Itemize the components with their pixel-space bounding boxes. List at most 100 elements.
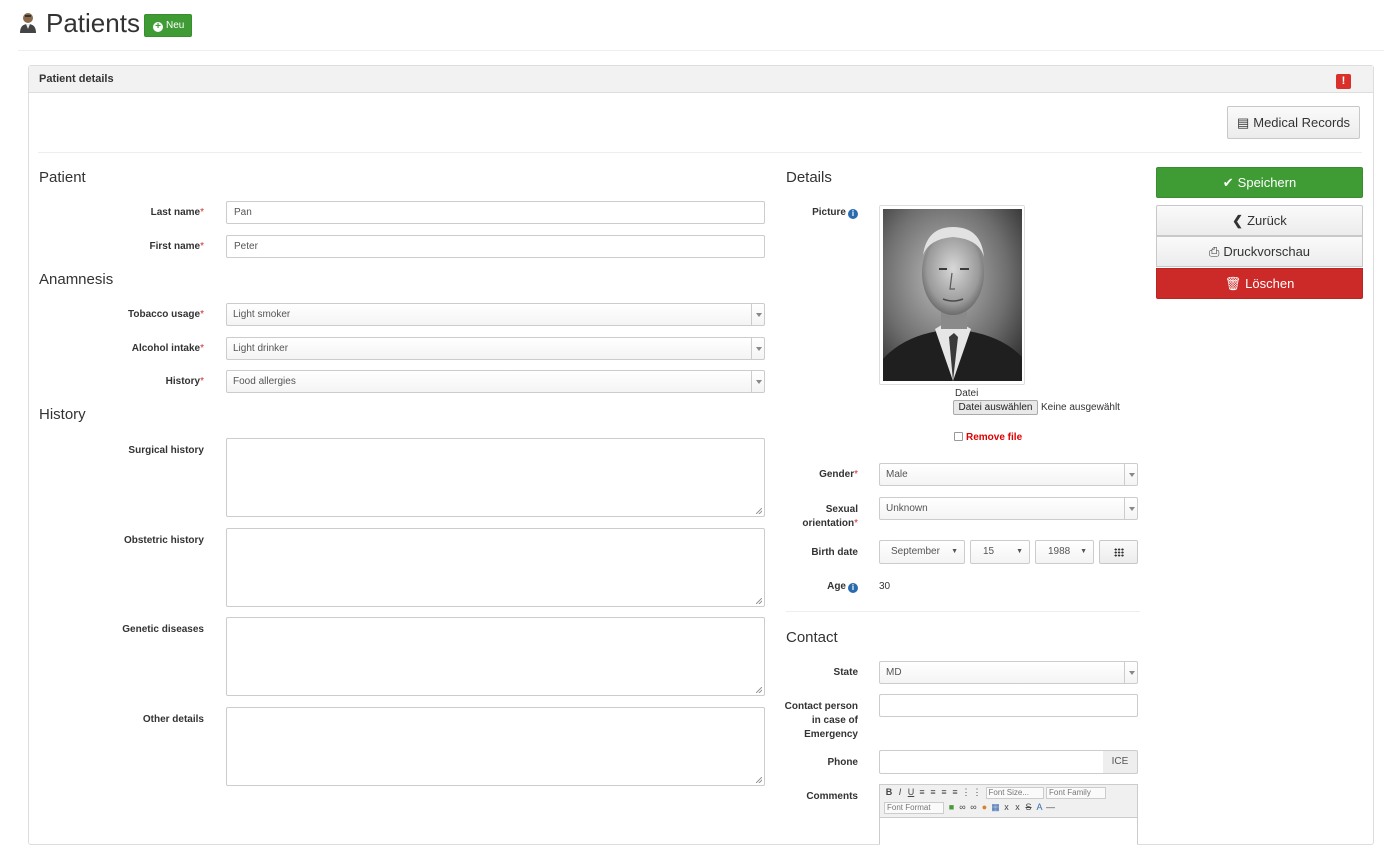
choose-file-button[interactable]: Datei auswählen — [953, 400, 1038, 415]
genetic-diseases-textarea[interactable] — [226, 617, 765, 696]
chevron-down-icon — [1124, 662, 1137, 683]
history-label: History* — [165, 376, 204, 387]
panel-heading: Patient details ! — [29, 66, 1373, 93]
image-icon[interactable]: ● — [980, 802, 990, 813]
new-patient-button[interactable]: + Neu — [144, 14, 192, 37]
clear-format-icon[interactable]: A — [1035, 802, 1045, 813]
bullet-list-icon[interactable]: ⋮ — [961, 787, 971, 798]
phone-input[interactable] — [879, 750, 1104, 774]
genetic-diseases-label: Genetic diseases — [122, 624, 204, 635]
state-select[interactable]: MD — [879, 661, 1138, 684]
chevron-down-icon — [751, 304, 764, 325]
new-label: Neu — [166, 20, 185, 31]
surgical-history-label: Surgical history — [128, 445, 204, 456]
align-right-icon[interactable]: ≡ — [939, 787, 949, 798]
tobacco-usage-label: Tobacco usage* — [128, 309, 204, 320]
list-icon: ▤ — [1236, 115, 1250, 130]
align-center-icon[interactable]: ≡ — [928, 787, 938, 798]
remove-file-checkbox[interactable] — [954, 432, 963, 441]
picture-label: Picture i — [760, 207, 858, 219]
birth-day-select[interactable]: 15 ▼ — [970, 540, 1030, 564]
font-size-select[interactable]: Font Size... — [985, 787, 1044, 799]
phone-label: Phone — [827, 757, 858, 768]
obstetric-history-textarea[interactable] — [226, 528, 765, 607]
comments-label: Comments — [806, 791, 858, 802]
first-name-label: First name* — [149, 241, 204, 252]
age-value: 30 — [879, 581, 891, 592]
gender-label: Gender* — [819, 469, 858, 480]
back-button[interactable]: ❮ Zurück — [1156, 205, 1363, 236]
editor-body[interactable] — [880, 817, 1137, 847]
header-divider — [18, 50, 1384, 51]
delete-button[interactable]: 🗑 Löschen — [1156, 268, 1363, 299]
section-title-anamnesis: Anamnesis — [39, 271, 114, 288]
alcohol-intake-select[interactable]: Light drinker — [226, 337, 765, 360]
strikethrough-icon[interactable]: S — [1024, 802, 1034, 813]
checkmark-icon: ✔ — [1222, 175, 1234, 190]
info-icon[interactable]: i — [848, 583, 858, 593]
tobacco-usage-select[interactable]: Light smoker — [226, 303, 765, 326]
italic-icon[interactable]: I — [895, 787, 905, 798]
caret-icon: ▼ — [1016, 548, 1023, 555]
panel-divider — [38, 152, 1362, 153]
font-family-select[interactable]: Font Family — [1046, 787, 1107, 799]
sexual-orientation-select[interactable]: Unknown — [879, 497, 1138, 520]
ice-addon: ICE — [1103, 750, 1138, 774]
medical-records-label: Medical Records — [1253, 115, 1351, 130]
comments-editor[interactable]: B I U ≡ ≡ ≡ ≡ ⋮ ⋮ Font Size... Font Family Font … — [879, 784, 1138, 847]
editor-toolbar-row-1: B I U ≡ ≡ ≡ ≡ ⋮ ⋮ Font Size... Font Family — [884, 787, 1107, 801]
link-icon[interactable]: ∞ — [958, 802, 968, 813]
calendar-button[interactable] — [1099, 540, 1138, 564]
info-icon[interactable]: i — [848, 209, 858, 219]
editor-toolbar-row-2: Font Format ■ ∞ ∞ ● ▦ x x S A — — [884, 802, 1057, 816]
remove-file-label[interactable]: Remove file — [966, 432, 1022, 443]
gender-select[interactable]: Male — [879, 463, 1138, 486]
unlink-icon[interactable]: ∞ — [969, 802, 979, 813]
print-preview-button[interactable]: ⎙ Druckvorschau — [1156, 236, 1363, 267]
other-details-textarea[interactable] — [226, 707, 765, 786]
chevron-down-icon — [1124, 498, 1137, 519]
save-label: Speichern — [1237, 175, 1297, 190]
other-details-label: Other details — [142, 714, 204, 725]
portrait-image — [883, 209, 1022, 381]
back-label: Zurück — [1247, 213, 1287, 228]
user-icon — [20, 13, 36, 33]
bold-icon[interactable]: B — [884, 787, 894, 798]
first-name-input[interactable]: Peter — [226, 235, 765, 258]
superscript-icon[interactable]: x — [1013, 802, 1023, 813]
align-justify-icon[interactable]: ≡ — [950, 787, 960, 798]
birth-month-select[interactable]: September ▼ — [879, 540, 965, 564]
font-format-select[interactable]: Font Format — [884, 802, 944, 814]
align-left-icon[interactable]: ≡ — [917, 787, 927, 798]
trash-icon: 🗑 — [1224, 276, 1242, 291]
plus-icon: + — [153, 22, 163, 32]
last-name-label: Last name* — [150, 207, 204, 218]
print-label: Druckvorschau — [1223, 244, 1311, 259]
table-icon[interactable]: ▦ — [991, 802, 1001, 813]
emergency-contact-input[interactable] — [879, 694, 1138, 717]
section-title-contact: Contact — [786, 629, 838, 646]
last-name-input[interactable]: Pan — [226, 201, 765, 224]
history-select[interactable]: Food allergies — [226, 370, 765, 393]
warning-icon[interactable]: ! — [1336, 74, 1351, 89]
caret-icon: ▼ — [951, 548, 958, 555]
numbered-list-icon[interactable]: ⋮ — [972, 787, 982, 798]
emergency-contact-label: Contact person in case of Emergency — [784, 701, 858, 740]
chevron-down-icon — [1124, 464, 1137, 485]
patient-photo — [879, 205, 1025, 385]
chevron-down-icon — [751, 338, 764, 359]
page-title: Patients — [46, 8, 140, 38]
section-title-patient: Patient — [39, 169, 86, 186]
birth-year-select[interactable]: 1988 ▼ — [1035, 540, 1094, 564]
no-file-text: Keine ausgewählt — [1041, 402, 1120, 413]
save-button[interactable]: ✔ Speichern — [1156, 167, 1363, 198]
caret-icon: ▼ — [1080, 548, 1087, 555]
subscript-icon[interactable]: x — [1002, 802, 1012, 813]
underline-icon[interactable]: U — [906, 787, 916, 798]
paste-icon[interactable]: ■ — [947, 802, 957, 813]
sexual-orientation-label: Sexual orientation* — [802, 504, 858, 529]
horizontal-rule-icon[interactable]: — — [1046, 802, 1056, 813]
details-divider — [786, 611, 1140, 612]
surgical-history-textarea[interactable] — [226, 438, 765, 517]
medical-records-button[interactable]: ▤ Medical Records — [1227, 106, 1360, 139]
